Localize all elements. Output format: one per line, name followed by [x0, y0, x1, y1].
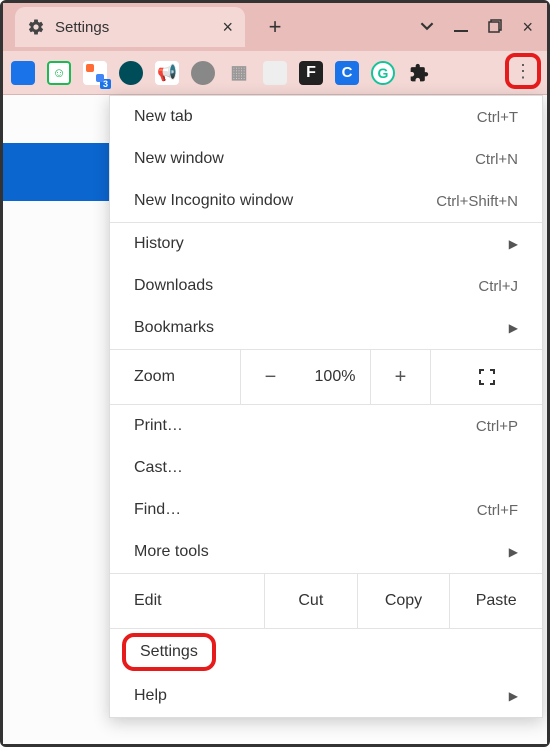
menu-settings[interactable]: Settings — [110, 629, 542, 675]
close-icon[interactable]: × — [222, 17, 233, 38]
extension-icon[interactable]: ☺ — [47, 61, 71, 85]
menu-label: Print… — [134, 417, 476, 435]
menu-shortcut: Ctrl+Shift+N — [436, 193, 518, 210]
extension-icon[interactable]: G — [371, 61, 395, 85]
extension-toolbar: ☺ 3 📢 ▦ F C G ⋮ — [3, 51, 547, 95]
menu-label: Help — [134, 687, 509, 705]
menu-zoom-row: Zoom − 100% + — [110, 349, 542, 405]
fullscreen-icon — [478, 368, 496, 386]
copy-button[interactable]: Copy — [357, 574, 450, 628]
menu-label: History — [134, 235, 509, 253]
menu-print[interactable]: Print… Ctrl+P — [110, 405, 542, 447]
menu-shortcut: Ctrl+T — [477, 109, 518, 126]
menu-label: Find… — [134, 501, 477, 519]
menu-edit-row: Edit Cut Copy Paste — [110, 573, 542, 629]
extension-icon[interactable] — [263, 61, 287, 85]
menu-more-tools[interactable]: More tools ▶ — [110, 531, 542, 573]
minimize-icon[interactable] — [454, 17, 468, 38]
menu-downloads[interactable]: Downloads Ctrl+J — [110, 265, 542, 307]
extension-icon[interactable] — [119, 61, 143, 85]
fullscreen-button[interactable] — [430, 350, 542, 404]
menu-history[interactable]: History ▶ — [110, 223, 542, 265]
window-controls: × — [420, 17, 547, 38]
zoom-value: 100% — [300, 368, 370, 386]
menu-find[interactable]: Find… Ctrl+F — [110, 489, 542, 531]
chevron-right-icon: ▶ — [509, 237, 518, 251]
chevron-right-icon: ▶ — [509, 321, 518, 335]
kebab-icon: ⋮ — [514, 62, 532, 80]
menu-new-tab[interactable]: New tab Ctrl+T — [110, 96, 542, 138]
menu-new-incognito[interactable]: New Incognito window Ctrl+Shift+N — [110, 180, 542, 222]
menu-label: New window — [134, 150, 475, 168]
paste-button[interactable]: Paste — [449, 574, 542, 628]
menu-label: New Incognito window — [134, 192, 436, 210]
extension-icon[interactable]: 📢 — [155, 61, 179, 85]
window-close-icon[interactable]: × — [522, 17, 533, 38]
chevron-right-icon: ▶ — [509, 545, 518, 559]
chrome-menu-button[interactable]: ⋮ — [505, 53, 541, 89]
menu-label: Cast… — [134, 459, 518, 477]
menu-shortcut: Ctrl+F — [477, 502, 518, 519]
extension-icon[interactable]: 3 — [83, 61, 107, 85]
extension-icon[interactable]: C — [335, 61, 359, 85]
menu-shortcut: Ctrl+N — [475, 151, 518, 168]
highlight-box: Settings — [122, 633, 216, 671]
zoom-label: Zoom — [110, 368, 240, 386]
tab-strip: Settings × + × — [3, 3, 547, 51]
menu-shortcut: Ctrl+P — [476, 418, 518, 435]
menu-label: Downloads — [134, 277, 478, 295]
menu-label: New tab — [134, 108, 477, 126]
extensions-puzzle-icon[interactable] — [407, 61, 431, 85]
badge: 3 — [100, 79, 111, 89]
extension-icon[interactable] — [191, 61, 215, 85]
extension-icon[interactable]: F — [299, 61, 323, 85]
zoom-in-button[interactable]: + — [370, 350, 430, 404]
extension-icon[interactable] — [11, 61, 35, 85]
edit-label: Edit — [110, 592, 264, 610]
browser-tab[interactable]: Settings × — [15, 7, 245, 47]
new-tab-button[interactable]: + — [263, 14, 287, 40]
maximize-icon[interactable] — [488, 17, 502, 38]
menu-shortcut: Ctrl+J — [478, 278, 518, 295]
menu-cast[interactable]: Cast… — [110, 447, 542, 489]
chrome-menu: New tab Ctrl+T New window Ctrl+N New Inc… — [109, 95, 543, 718]
menu-label: Settings — [140, 643, 198, 660]
page-header-strip — [3, 143, 113, 201]
chevron-right-icon: ▶ — [509, 689, 518, 703]
menu-help[interactable]: Help ▶ — [110, 675, 542, 717]
zoom-out-button[interactable]: − — [240, 350, 300, 404]
menu-bookmarks[interactable]: Bookmarks ▶ — [110, 307, 542, 349]
tab-title: Settings — [55, 19, 212, 36]
menu-new-window[interactable]: New window Ctrl+N — [110, 138, 542, 180]
extension-icon[interactable]: ▦ — [227, 61, 251, 85]
cut-button[interactable]: Cut — [264, 574, 357, 628]
search-tabs-icon[interactable] — [420, 17, 434, 38]
menu-label: Bookmarks — [134, 319, 509, 337]
gear-icon — [27, 18, 45, 36]
menu-label: More tools — [134, 543, 509, 561]
